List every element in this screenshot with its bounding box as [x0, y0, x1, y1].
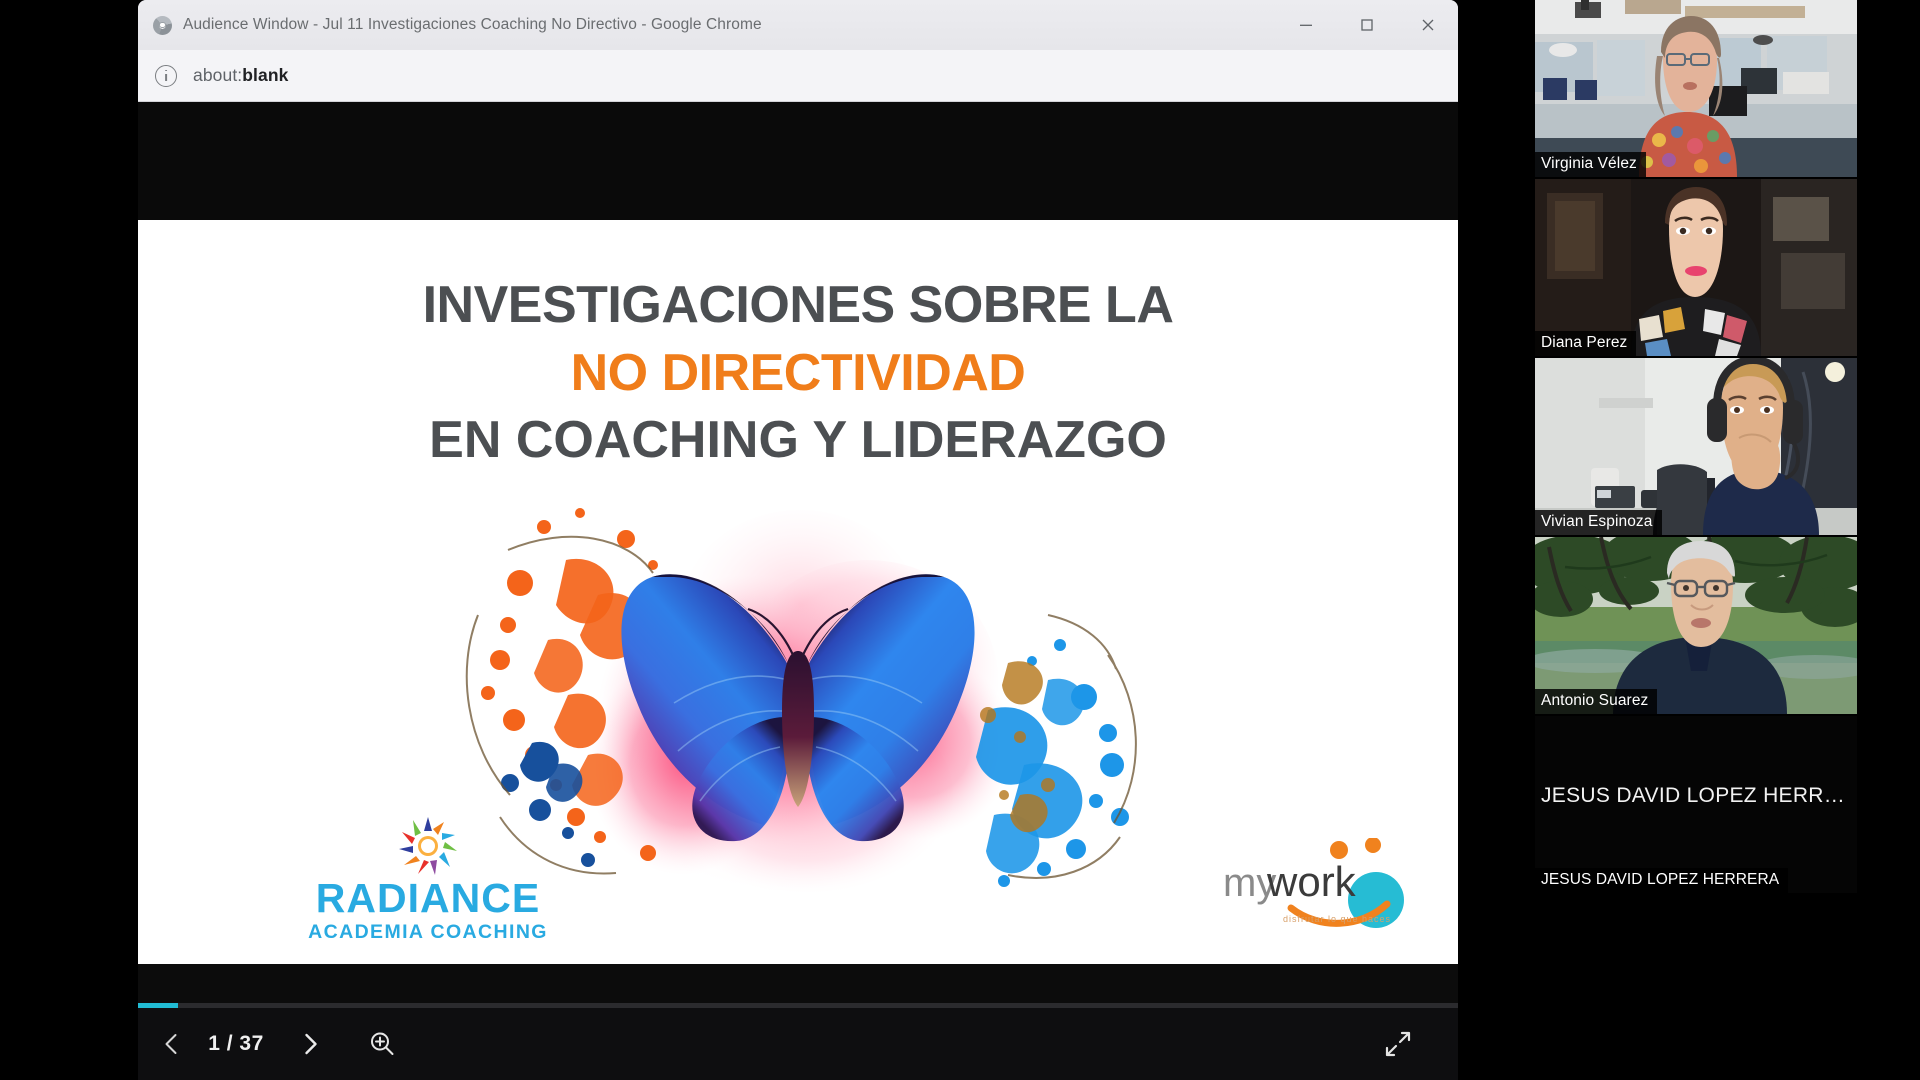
slide-title-line1: INVESTIGACIONES SOBRE LA	[422, 276, 1174, 334]
url-host: blank	[242, 65, 289, 85]
zoom-in-magnifier-icon[interactable]	[356, 1018, 408, 1070]
radiance-logo-subtitle: ACADEMIA COACHING	[308, 921, 548, 943]
expand-arrows-icon[interactable]	[1372, 1018, 1424, 1070]
video-tile-participant-3[interactable]: Vivian Espinoza	[1535, 358, 1857, 535]
address-bar[interactable]: about:blank	[138, 50, 1458, 102]
presentation-slide[interactable]: INVESTIGACIONES SOBRE LA NO DIRECTIVIDAD…	[138, 220, 1458, 964]
page-indicator[interactable]: 1 / 37	[202, 1032, 270, 1056]
svg-text:work: work	[1266, 858, 1357, 905]
info-circle-icon[interactable]	[155, 64, 177, 87]
slide-title-line2: NO DIRECTIVIDAD	[570, 343, 1026, 402]
pdf-viewer: INVESTIGACIONES SOBRE LA NO DIRECTIVIDAD…	[138, 102, 1458, 1080]
viewer-top-letterbox	[138, 102, 1458, 220]
screen-root: Audience Window - Jul 11 Investigaciones…	[0, 0, 1920, 1080]
participant-nameplate: Antonio Suarez	[1535, 689, 1658, 714]
participant-nameplate: JESUS DAVID LOPEZ HERRERA	[1535, 868, 1789, 893]
participant-nameplate: Vivian Espinoza	[1535, 510, 1662, 535]
video-tile-participant-2[interactable]: Diana Perez	[1535, 179, 1857, 356]
sunburst-icon	[397, 815, 459, 877]
svg-text:disfrutar lo que haces: disfrutar lo que haces	[1283, 914, 1391, 924]
video-tile-participant-1[interactable]: Virginia Vélez	[1535, 0, 1857, 177]
radiance-logo-title: RADIANCE	[315, 875, 541, 922]
maximize-button[interactable]	[1336, 0, 1397, 50]
video-tile-participant-5[interactable]: JESUS DAVID LOPEZ HERRE… JESUS DAVID LOP…	[1535, 716, 1857, 893]
video-participant-rail: Virginia Vélez Diana Perez Vivian Espino…	[1480, 0, 1920, 1080]
chrome-globe-icon	[153, 15, 172, 35]
window-title: Audience Window - Jul 11 Investigaciones…	[183, 16, 762, 33]
video-scene	[1535, 358, 1857, 535]
chrome-browser-window: Audience Window - Jul 11 Investigaciones…	[138, 0, 1458, 1080]
participant-nameplate: Virginia Vélez	[1535, 152, 1646, 177]
pdf-toolbar: 1 / 37	[138, 1008, 1458, 1080]
window-controls	[1275, 0, 1458, 50]
participant-display-name: JESUS DAVID LOPEZ HERRE…	[1541, 784, 1857, 807]
slide-title: INVESTIGACIONES SOBRE LA NO DIRECTIVIDAD…	[138, 272, 1458, 475]
window-titlebar[interactable]: Audience Window - Jul 11 Investigaciones…	[138, 0, 1458, 50]
minimize-button[interactable]	[1275, 0, 1336, 50]
radiance-logo: RADIANCE ACADEMIA COACHING	[293, 815, 563, 944]
chevron-left-icon[interactable]	[148, 1020, 196, 1068]
url-text: about:blank	[193, 65, 288, 86]
video-tile-participant-4[interactable]: Antonio Suarez	[1535, 537, 1857, 714]
mywork-logo: my work disfrutar lo que haces	[1221, 838, 1436, 938]
participant-nameplate: Diana Perez	[1535, 331, 1637, 356]
close-button[interactable]	[1397, 0, 1458, 50]
video-scene	[1535, 179, 1857, 356]
video-scene	[1535, 0, 1857, 177]
url-scheme: about:	[193, 65, 243, 85]
video-scene	[1535, 537, 1857, 714]
chevron-right-icon[interactable]	[286, 1020, 334, 1068]
